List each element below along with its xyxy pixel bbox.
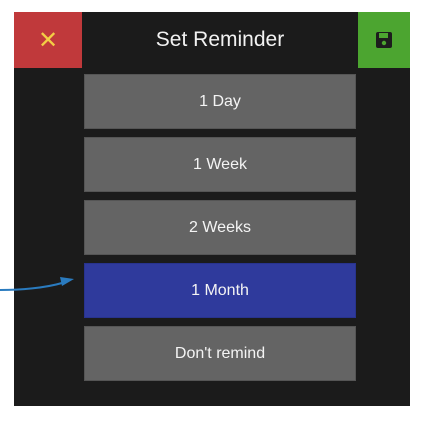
dialog-header: ✕ Set Reminder	[14, 12, 410, 68]
option-dont-remind[interactable]: Don't remind	[84, 326, 356, 381]
option-2-weeks[interactable]: 2 Weeks	[84, 200, 356, 255]
option-1-month[interactable]: 1 Month	[84, 263, 356, 318]
dialog-title: Set Reminder	[155, 28, 285, 51]
save-button[interactable]	[358, 12, 410, 68]
option-1-day[interactable]: 1 Day	[84, 74, 356, 129]
floppy-disk-save-icon	[376, 32, 392, 48]
annotation-arrow-icon	[0, 277, 74, 291]
reminder-options: 1 Day 1 Week 2 Weeks 1 Month Don't remin…	[84, 74, 356, 389]
set-reminder-dialog: ✕ Set Reminder 1 Day 1 Week 2 Weeks 1 Mo…	[14, 12, 410, 406]
close-button[interactable]: ✕	[14, 12, 82, 68]
option-1-week[interactable]: 1 Week	[84, 137, 356, 192]
screenshot-canvas: ✕ Set Reminder 1 Day 1 Week 2 Weeks 1 Mo…	[0, 0, 422, 422]
close-icon: ✕	[37, 26, 59, 54]
